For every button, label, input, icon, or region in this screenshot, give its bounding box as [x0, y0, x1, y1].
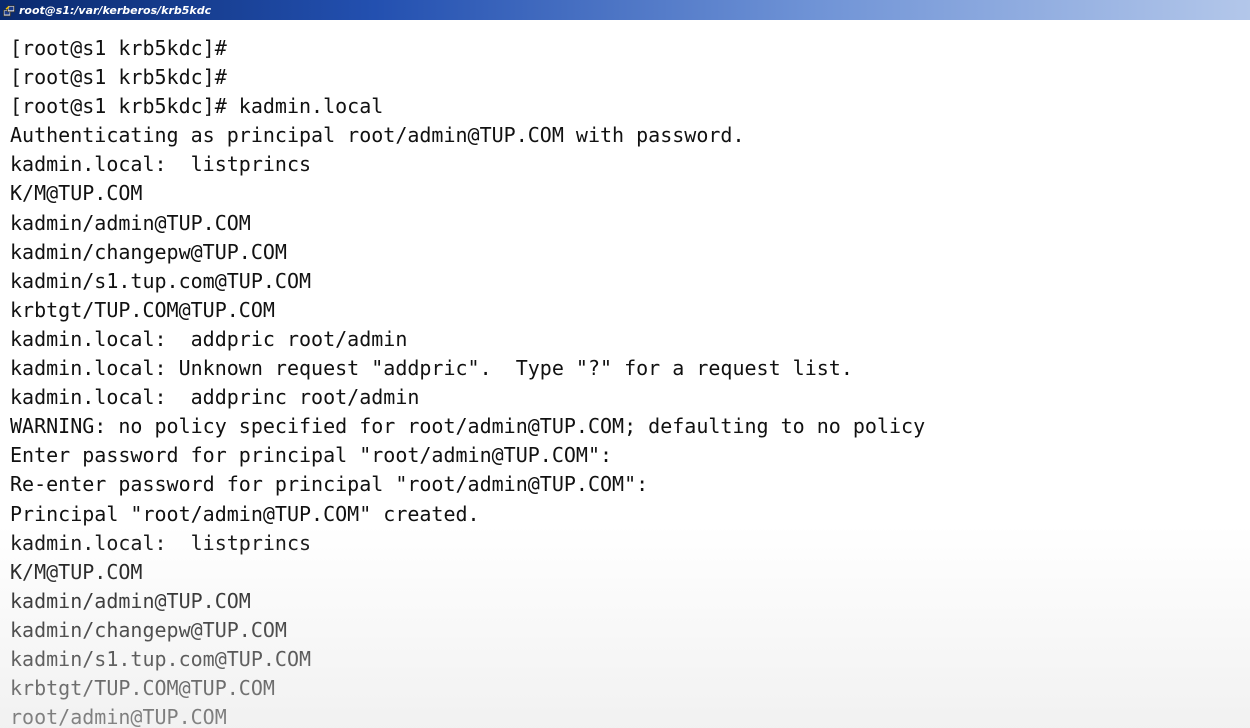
terminal-line: Re-enter password for principal "root/ad…	[10, 472, 649, 497]
terminal-line: Authenticating as principal root/admin@T…	[10, 123, 745, 148]
terminal-line: kadmin.local: listprincs	[10, 530, 312, 555]
terminal-line: kadmin/changepw@TUP.COM	[10, 617, 287, 642]
terminal-output-area[interactable]: [root@s1 krb5kdc]# [root@s1 krb5kdc]# [roo…	[0, 20, 1250, 728]
window-title: root@s1:/var/kerberos/krb5kdc	[19, 3, 212, 17]
terminal-line: Enter password for principal "root/admin…	[10, 443, 613, 468]
terminal-window: root@s1:/var/kerberos/krb5kdc [root@s1 k…	[0, 0, 1250, 728]
terminal-line: K/M@TUP.COM	[10, 181, 143, 206]
putty-terminal-icon[interactable]	[3, 4, 15, 17]
window-titlebar[interactable]: root@s1:/var/kerberos/krb5kdc	[0, 0, 1250, 20]
terminal-line: kadmin/s1.tup.com@TUP.COM	[10, 268, 312, 293]
terminal-line: Principal "root/admin@TUP.COM" created.	[10, 501, 480, 526]
terminal-line: kadmin.local: addprinc root/admin	[10, 385, 420, 410]
terminal-line: kadmin/s1.tup.com@TUP.COM	[10, 646, 312, 671]
terminal-line: kadmin.local: addpric root/admin	[10, 326, 408, 351]
terminal-line: [root@s1 krb5kdc]#	[10, 36, 227, 60]
terminal-line: kadmin/changepw@TUP.COM	[10, 239, 287, 264]
terminal-line: [root@s1 krb5kdc]#	[10, 65, 227, 90]
terminal-line: [root@s1 krb5kdc]# kadmin.local	[10, 94, 384, 119]
terminal-line: kadmin.local: listprincs	[10, 152, 312, 177]
terminal-line: WARNING: no policy specified for root/ad…	[10, 414, 926, 439]
terminal-line: kadmin/admin@TUP.COM	[10, 210, 251, 235]
terminal-line: root/admin@TUP.COM	[10, 705, 227, 728]
terminal-line: kadmin/admin@TUP.COM	[10, 588, 251, 613]
terminal-line: krbtgt/TUP.COM@TUP.COM	[10, 676, 275, 701]
terminal-lines: [root@s1 krb5kdc]# [root@s1 krb5kdc]# [roo…	[10, 34, 925, 728]
terminal-line: K/M@TUP.COM	[10, 559, 143, 584]
terminal-line: krbtgt/TUP.COM@TUP.COM	[10, 297, 275, 322]
terminal-line: kadmin.local: Unknown request "addpric".…	[10, 356, 853, 381]
